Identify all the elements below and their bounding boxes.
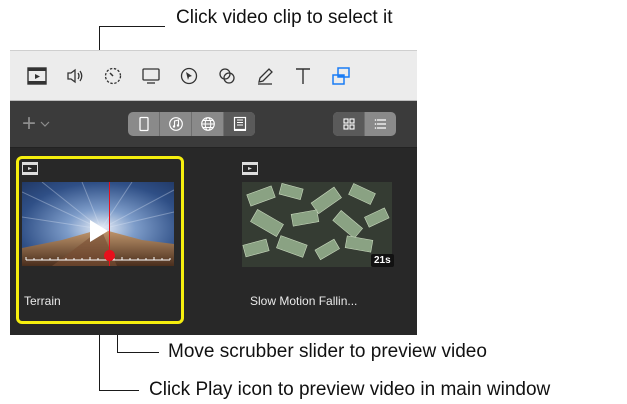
library-toolbar: + — [10, 101, 417, 148]
film-icon — [242, 162, 258, 175]
iphone-icon[interactable] — [128, 112, 160, 136]
music-icon[interactable] — [160, 112, 192, 136]
speaker-icon[interactable] — [56, 57, 94, 95]
callout-line-play-horizontal — [99, 390, 139, 391]
monitor-icon[interactable] — [132, 57, 170, 95]
globe-icon[interactable] — [192, 112, 224, 136]
transitions-icon[interactable] — [322, 57, 360, 95]
duration-badge: 21s — [371, 254, 394, 267]
speed-dial-icon[interactable] — [94, 57, 132, 95]
source-segmented-control — [128, 112, 255, 136]
toolbar — [10, 51, 417, 101]
templates-icon[interactable] — [224, 112, 255, 136]
selection-highlight — [16, 156, 184, 324]
clip-thumbnail-slow-motion[interactable] — [242, 182, 392, 267]
callout-scrubber: Move scrubber slider to preview video — [168, 341, 487, 362]
film-icon[interactable] — [18, 57, 56, 95]
callout-line-scrubber-horizontal — [117, 352, 159, 353]
media-browser: Terrain 21s Slow Motion Fallin... — [10, 148, 417, 335]
app-panel: + Terrain 21s Slow Motion Fallin... — [10, 50, 417, 335]
callout-select-clip: Click video clip to select it — [176, 7, 393, 28]
chevron-down-icon — [40, 121, 50, 127]
clip-slow-motion[interactable]: 21s Slow Motion Fallin... — [238, 156, 408, 324]
text-icon[interactable] — [284, 57, 322, 95]
color-filter-icon[interactable] — [208, 57, 246, 95]
view-segmented-control — [333, 112, 396, 136]
add-button[interactable]: + — [22, 110, 62, 137]
callout-line-select-horizontal — [99, 26, 165, 27]
clip-label-slow-motion: Slow Motion Fallin... — [250, 294, 358, 308]
list-view-icon[interactable] — [365, 112, 396, 136]
pencil-icon[interactable] — [246, 57, 284, 95]
cursor-icon[interactable] — [170, 57, 208, 95]
grid-view-icon[interactable] — [333, 112, 365, 136]
callout-play: Click Play icon to preview video in main… — [149, 379, 551, 400]
plus-icon: + — [22, 110, 37, 137]
